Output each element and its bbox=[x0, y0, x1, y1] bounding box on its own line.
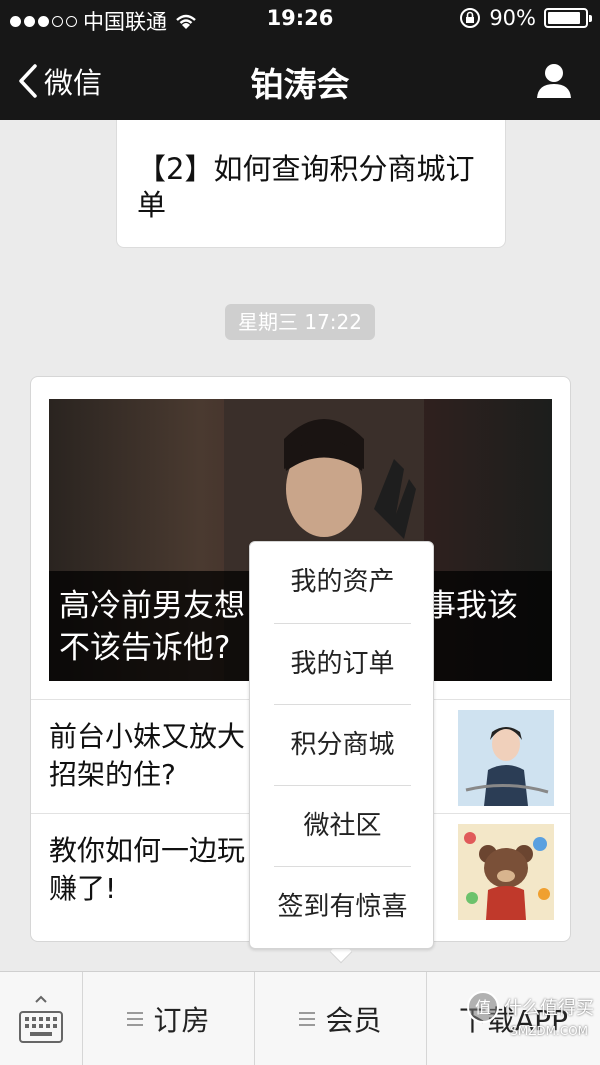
watermark: 值 什么值得买 SMZDM.COM bbox=[464, 990, 594, 1060]
battery-percent: 90% bbox=[489, 6, 536, 30]
rotation-lock-icon bbox=[460, 8, 481, 28]
profile-icon[interactable] bbox=[534, 60, 574, 100]
watermark-line1: 什么值得买 bbox=[504, 998, 594, 1019]
menu-lines-icon bbox=[299, 1012, 316, 1026]
svg-text:值: 值 bbox=[475, 998, 491, 1017]
message-timestamp: 星期三 17:22 bbox=[225, 304, 375, 340]
battery-icon bbox=[544, 8, 592, 28]
watermark-logo-icon: 值 bbox=[467, 991, 499, 1023]
hero-caption-line2: 不该告诉他? bbox=[59, 630, 231, 666]
watermark-line2: SMZDM.COM bbox=[510, 1024, 588, 1038]
status-right: 90% bbox=[459, 6, 592, 30]
keyboard-toggle-button[interactable] bbox=[0, 972, 83, 1065]
bottom-menu-label: 订房 bbox=[153, 1004, 210, 1037]
menu-item-my-assets[interactable]: 我的资产 bbox=[250, 542, 435, 623]
bottom-menu-book-room[interactable]: 订房 bbox=[83, 972, 255, 1065]
menu-item-check-in[interactable]: 签到有惊喜 bbox=[250, 867, 435, 948]
news-item-thumbnail bbox=[458, 710, 554, 806]
nav-bar: 微信 铂涛会 bbox=[0, 40, 600, 120]
hero-caption-line1: 高冷前男友想 bbox=[59, 588, 245, 624]
menu-item-micro-community[interactable]: 微社区 bbox=[250, 786, 435, 867]
bottom-menu-label: 会员 bbox=[325, 1004, 382, 1037]
status-bar: 中国联通 19:26 90% bbox=[0, 0, 600, 40]
battery-fill bbox=[548, 12, 581, 24]
menu-item-points-mall[interactable]: 积分商城 bbox=[250, 705, 435, 786]
member-popup-menu: 我的资产 我的订单 积分商城 微社区 签到有惊喜 bbox=[249, 541, 434, 949]
bottom-menu-member[interactable]: 会员 bbox=[255, 972, 427, 1065]
message-card[interactable]: 【2】如何查询积分商城订单 bbox=[116, 120, 506, 248]
menu-lines-icon bbox=[127, 1012, 144, 1026]
news-item-thumbnail bbox=[458, 824, 554, 920]
page-title: 铂涛会 bbox=[250, 65, 350, 104]
menu-item-my-orders[interactable]: 我的订单 bbox=[250, 624, 435, 705]
keyboard-icon bbox=[19, 995, 63, 1043]
hero-caption-line1-tail: 事我该 bbox=[425, 588, 518, 624]
message-card-text: 【2】如何查询积分商城订单 bbox=[137, 152, 475, 222]
